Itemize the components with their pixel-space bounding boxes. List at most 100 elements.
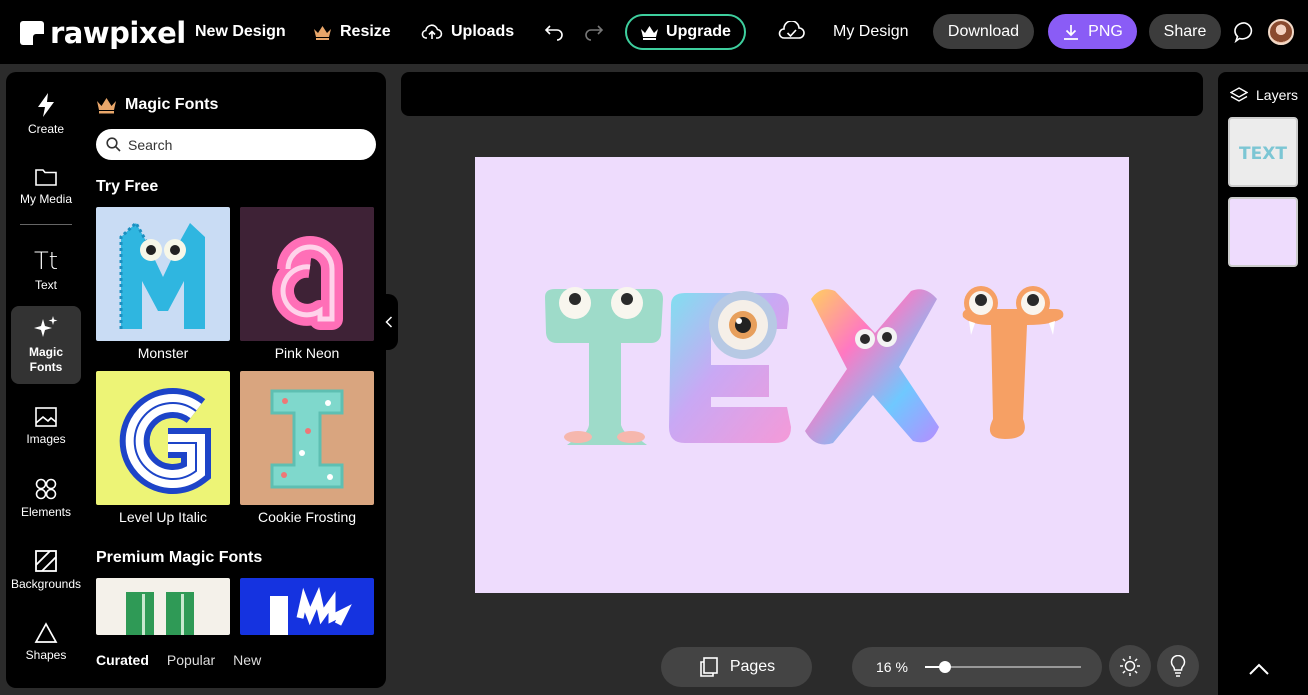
text-icon: Tt	[33, 247, 59, 275]
comment-icon[interactable]	[1233, 20, 1257, 49]
letter-t-monster	[545, 287, 663, 445]
undo-icon[interactable]	[543, 20, 565, 47]
premium-tile-2[interactable]	[240, 578, 374, 635]
layers-header[interactable]: Layers	[1230, 87, 1298, 103]
upgrade-button[interactable]: Upgrade	[625, 14, 746, 50]
top-bar: rawpixel New Design Resize Uploads Upgra…	[0, 0, 1308, 64]
letter-e-iridescent	[669, 291, 791, 443]
font-tile-pink-neon[interactable]	[240, 207, 374, 341]
premium-heading: Premium Magic Fonts	[96, 549, 263, 566]
font-label: Monster	[137, 345, 189, 361]
tab-popular[interactable]: Popular	[167, 652, 215, 668]
try-free-heading: Try Free	[96, 178, 159, 195]
font-tile-level-up-italic[interactable]	[96, 371, 230, 505]
chevron-up-icon[interactable]	[1248, 662, 1270, 681]
layers-panel: Layers TEXT	[1218, 72, 1308, 695]
zoom-value: 16 %	[876, 659, 908, 675]
lightbulb-icon	[1168, 655, 1188, 677]
chevron-left-icon	[385, 316, 393, 328]
new-design-button[interactable]: New Design	[195, 0, 286, 64]
font-label: Cookie Frosting	[257, 509, 357, 525]
letter-t-orange	[962, 286, 1064, 439]
crown-icon	[313, 25, 332, 40]
layer-text-preview: TEXT	[1239, 144, 1287, 164]
tab-new[interactable]: New	[233, 652, 261, 668]
svg-text:TEXT: TEXT	[1239, 144, 1287, 164]
left-panel: Create My Media Tt Text Magic Fonts Imag…	[6, 72, 386, 688]
premium-tile-1[interactable]	[96, 578, 230, 635]
pages-button[interactable]: Pages	[661, 647, 812, 687]
font-category-tabs: Curated Popular New	[96, 652, 279, 668]
brightness-button[interactable]	[1109, 645, 1151, 687]
pages-label: Pages	[729, 658, 776, 675]
avatar[interactable]	[1268, 19, 1294, 45]
search-field[interactable]	[96, 129, 376, 160]
pink-neon-preview-image	[240, 207, 374, 341]
tips-button[interactable]	[1157, 645, 1199, 687]
cloud-saved-icon[interactable]	[778, 20, 806, 46]
search-input[interactable]	[128, 136, 348, 153]
design-artboard[interactable]	[475, 157, 1129, 593]
layer-thumb-background[interactable]	[1228, 197, 1298, 267]
rail-label: Elements	[20, 505, 72, 519]
rail-item-my-media[interactable]: My Media	[11, 158, 81, 214]
canvas-toolbar	[401, 72, 1203, 116]
rail-item-create[interactable]: Create	[11, 86, 81, 142]
background-icon	[34, 549, 58, 573]
download-label: Download	[947, 22, 1020, 40]
download-button[interactable]: Download	[933, 14, 1034, 49]
rail-item-backgrounds[interactable]: Backgrounds	[11, 542, 81, 598]
share-button[interactable]: Share	[1149, 14, 1221, 49]
elements-icon	[34, 477, 58, 501]
tool-rail: Create My Media Tt Text Magic Fonts Imag…	[6, 72, 86, 688]
sparkle-icon	[33, 315, 59, 341]
rail-item-elements[interactable]: Elements	[11, 470, 81, 526]
rail-label: My Media	[19, 192, 72, 206]
font-label: Level Up Italic	[119, 509, 207, 525]
premium-preview-image	[270, 586, 352, 635]
redo-icon[interactable]	[583, 20, 605, 47]
upgrade-label: Upgrade	[666, 23, 731, 40]
rail-label: Shapes	[25, 648, 67, 662]
folder-icon	[34, 166, 58, 188]
rail-label: Backgrounds	[10, 577, 82, 591]
pages-icon	[698, 656, 720, 678]
rail-item-magic-fonts[interactable]: Magic Fonts	[11, 306, 81, 384]
logo-text: rawpixel	[50, 16, 186, 50]
rail-label: Magic Fonts	[28, 345, 63, 374]
crown-icon	[96, 97, 117, 114]
rail-label: Text	[34, 278, 57, 292]
my-design-label: My Design	[833, 23, 909, 40]
font-label: Pink Neon	[274, 345, 340, 361]
resize-label: Resize	[340, 23, 391, 40]
download-icon	[1062, 23, 1080, 41]
zoom-control: 16 %	[852, 647, 1102, 687]
rail-label: Create	[27, 122, 65, 136]
rail-item-images[interactable]: Images	[11, 398, 81, 454]
image-icon	[34, 406, 58, 428]
rawpixel-logo[interactable]: rawpixel	[20, 16, 186, 50]
font-tile-cookie-frosting[interactable]	[240, 371, 374, 505]
my-design-title[interactable]: My Design	[833, 0, 909, 64]
share-label: Share	[1163, 22, 1207, 40]
tab-curated[interactable]: Curated	[96, 652, 149, 668]
resize-button[interactable]: Resize	[313, 0, 391, 64]
new-design-label: New Design	[195, 23, 286, 40]
rail-item-shapes[interactable]: Shapes	[11, 614, 81, 670]
panel-title-text: Magic Fonts	[125, 96, 219, 113]
cookie-frosting-preview-image	[270, 389, 344, 489]
rail-label: Images	[26, 432, 66, 446]
uploads-button[interactable]: Uploads	[421, 0, 514, 64]
logo-mark	[20, 21, 44, 45]
panel-title: Magic Fonts	[96, 96, 218, 114]
layer-thumb-text[interactable]: TEXT	[1228, 117, 1298, 187]
collapse-panel-button[interactable]	[380, 294, 398, 350]
rail-item-text[interactable]: Tt Text	[11, 242, 81, 298]
rail-divider	[20, 224, 72, 225]
cloud-upload-icon	[421, 24, 443, 40]
premium-preview-image	[126, 592, 194, 635]
layers-icon	[1230, 87, 1248, 103]
font-tile-monster[interactable]	[96, 207, 230, 341]
png-download-button[interactable]: PNG	[1048, 14, 1137, 49]
zoom-slider-handle[interactable]	[939, 661, 952, 673]
